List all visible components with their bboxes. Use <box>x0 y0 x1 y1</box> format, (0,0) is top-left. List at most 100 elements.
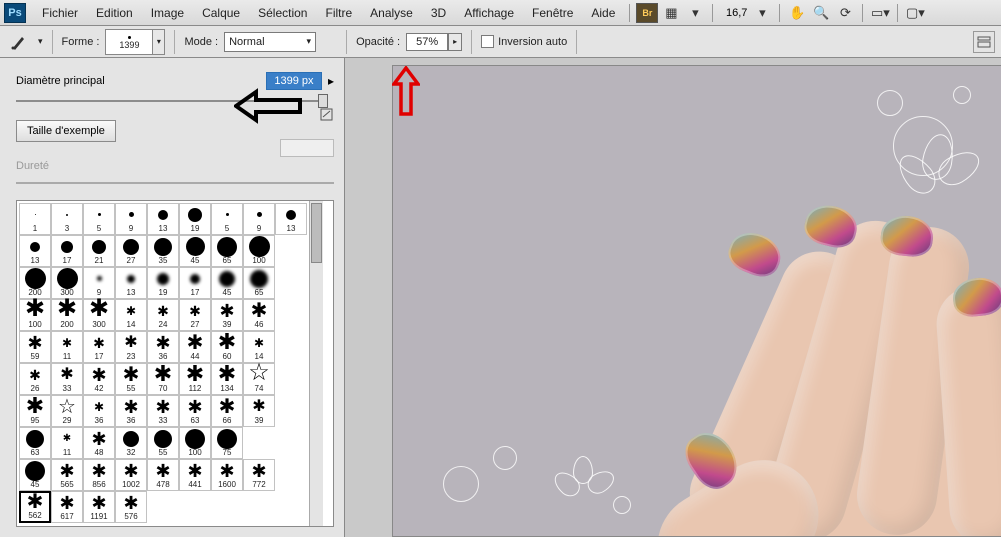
brush-preset[interactable]: 17 <box>51 235 83 267</box>
brush-preset[interactable]: ✱14 <box>115 299 147 331</box>
brush-preset[interactable]: ✱59 <box>19 331 51 363</box>
brushes-palette-icon[interactable] <box>973 31 995 53</box>
menu-calque[interactable]: Calque <box>194 3 248 23</box>
menu-analyse[interactable]: Analyse <box>362 3 421 23</box>
brush-preset[interactable]: ✱478 <box>147 459 179 491</box>
menu-image[interactable]: Image <box>143 3 192 23</box>
brush-preset[interactable]: 65 <box>211 235 243 267</box>
brush-preset[interactable]: ✱39 <box>211 299 243 331</box>
chevron-down-icon[interactable]: ▾ <box>684 3 706 23</box>
brush-preset[interactable]: ✱60 <box>211 331 243 363</box>
brush-preset[interactable]: 5 <box>211 203 243 235</box>
brush-preset[interactable]: ✱856 <box>83 459 115 491</box>
brush-preset[interactable]: 100 <box>243 235 275 267</box>
brush-preset[interactable]: ✱200 <box>51 299 83 331</box>
brush-preset[interactable]: ✱36 <box>147 331 179 363</box>
brush-preset[interactable]: 35 <box>147 235 179 267</box>
brush-preset[interactable]: 9 <box>243 203 275 235</box>
brush-preset[interactable]: ✱1002 <box>115 459 147 491</box>
brush-preset[interactable]: 5 <box>83 203 115 235</box>
zoom-tool-icon[interactable]: 🔍 <box>810 3 832 23</box>
blend-mode-select[interactable]: Normal▾ <box>224 32 316 52</box>
document-viewport[interactable] <box>345 58 1001 537</box>
brush-preset[interactable]: ✱33 <box>51 363 83 395</box>
brush-preset[interactable]: 55 <box>147 427 179 459</box>
menu-fenetre[interactable]: Fenêtre <box>524 3 581 23</box>
brush-preset[interactable]: ✱565 <box>51 459 83 491</box>
brush-picker-dropdown[interactable]: ▾ <box>153 29 165 55</box>
brush-preset[interactable]: ✱48 <box>83 427 115 459</box>
chevron-down-icon[interactable]: ▾ <box>751 3 773 23</box>
brush-preset[interactable]: 13 <box>275 203 307 235</box>
brush-preset[interactable]: ✱17 <box>83 331 115 363</box>
inversion-auto-checkbox[interactable] <box>481 35 494 48</box>
menu-fichier[interactable]: Fichier <box>34 3 86 23</box>
brush-preset[interactable]: ✱36 <box>83 395 115 427</box>
rotate-view-icon[interactable]: ⟳ <box>834 3 856 23</box>
brush-preset[interactable]: ☆29 <box>51 395 83 427</box>
menu-edition[interactable]: Edition <box>88 3 141 23</box>
brush-preset[interactable]: ✱95 <box>19 395 51 427</box>
brush-preset[interactable]: 65 <box>243 267 275 299</box>
menu-selection[interactable]: Sélection <box>250 3 315 23</box>
brush-list-scrollbar[interactable] <box>309 201 323 526</box>
brush-preset[interactable]: 1 <box>19 203 51 235</box>
brush-preset[interactable]: 100 <box>179 427 211 459</box>
arrange-icon[interactable]: ▭▾ <box>869 3 891 23</box>
brush-preset[interactable]: 75 <box>211 427 243 459</box>
hand-tool-icon[interactable]: ✋ <box>786 3 808 23</box>
history-icon[interactable]: ▦ <box>660 3 682 23</box>
brush-preset[interactable]: 19 <box>147 267 179 299</box>
brush-preset[interactable]: ✱134 <box>211 363 243 395</box>
brush-preset[interactable]: ✱66 <box>211 395 243 427</box>
brush-preset[interactable]: ✱24 <box>147 299 179 331</box>
brush-preset[interactable]: 63 <box>19 427 51 459</box>
brush-preset[interactable]: ✱46 <box>243 299 275 331</box>
brush-preset[interactable]: ✱11 <box>51 331 83 363</box>
brush-preset[interactable]: 32 <box>115 427 147 459</box>
restore-sample-size-button[interactable]: Taille d'exemple <box>16 120 116 142</box>
brush-preset[interactable]: 45 <box>211 267 243 299</box>
brush-preview[interactable]: 1399 <box>105 29 153 55</box>
brush-preset[interactable]: 45 <box>19 459 51 491</box>
brush-preset[interactable]: ✱23 <box>115 331 147 363</box>
brush-preset[interactable]: 9 <box>115 203 147 235</box>
brush-preset[interactable]: ✱36 <box>115 395 147 427</box>
brush-preset[interactable]: ✱39 <box>243 395 275 427</box>
zoom-value[interactable]: 16,7 <box>719 6 749 20</box>
brush-preset[interactable]: 19 <box>179 203 211 235</box>
brush-preset[interactable]: ✱1191 <box>83 491 115 523</box>
brush-preset[interactable]: ✱562 <box>19 491 51 523</box>
brush-preset[interactable]: ✱33 <box>147 395 179 427</box>
menu-affichage[interactable]: Affichage <box>456 3 522 23</box>
brush-preset[interactable]: 13 <box>115 267 147 299</box>
brush-preset[interactable]: ✱42 <box>83 363 115 395</box>
brush-preset[interactable]: ✱11 <box>51 427 83 459</box>
brush-preset[interactable]: ✱576 <box>115 491 147 523</box>
brush-preset[interactable]: ✱27 <box>179 299 211 331</box>
brush-preset[interactable]: 13 <box>19 235 51 267</box>
brush-preset[interactable]: ✱1600 <box>211 459 243 491</box>
new-preset-icon[interactable] <box>318 106 334 122</box>
opacity-input[interactable]: 57% <box>406 33 448 51</box>
panel-menu-icon[interactable]: ▸ <box>328 74 334 88</box>
menu-aide[interactable]: Aide <box>583 3 623 23</box>
bridge-icon[interactable]: Br <box>636 3 658 23</box>
brush-preset[interactable]: ✱441 <box>179 459 211 491</box>
brush-preset[interactable]: ✱70 <box>147 363 179 395</box>
brush-preset[interactable]: ✱617 <box>51 491 83 523</box>
brush-preset[interactable]: 17 <box>179 267 211 299</box>
brush-preset[interactable]: ✱112 <box>179 363 211 395</box>
brush-preset[interactable]: 45 <box>179 235 211 267</box>
brush-preset[interactable]: ✱100 <box>19 299 51 331</box>
brush-preset[interactable]: ✱63 <box>179 395 211 427</box>
brush-preset[interactable]: 13 <box>147 203 179 235</box>
menu-filtre[interactable]: Filtre <box>317 3 360 23</box>
brush-preset[interactable]: ☆74 <box>243 363 275 395</box>
brush-preset[interactable]: 21 <box>83 235 115 267</box>
brush-preset[interactable]: ✱26 <box>19 363 51 395</box>
brush-preset[interactable]: ✱772 <box>243 459 275 491</box>
brush-preset[interactable]: ✱44 <box>179 331 211 363</box>
brush-preset[interactable]: 27 <box>115 235 147 267</box>
brush-preset[interactable]: ✱300 <box>83 299 115 331</box>
